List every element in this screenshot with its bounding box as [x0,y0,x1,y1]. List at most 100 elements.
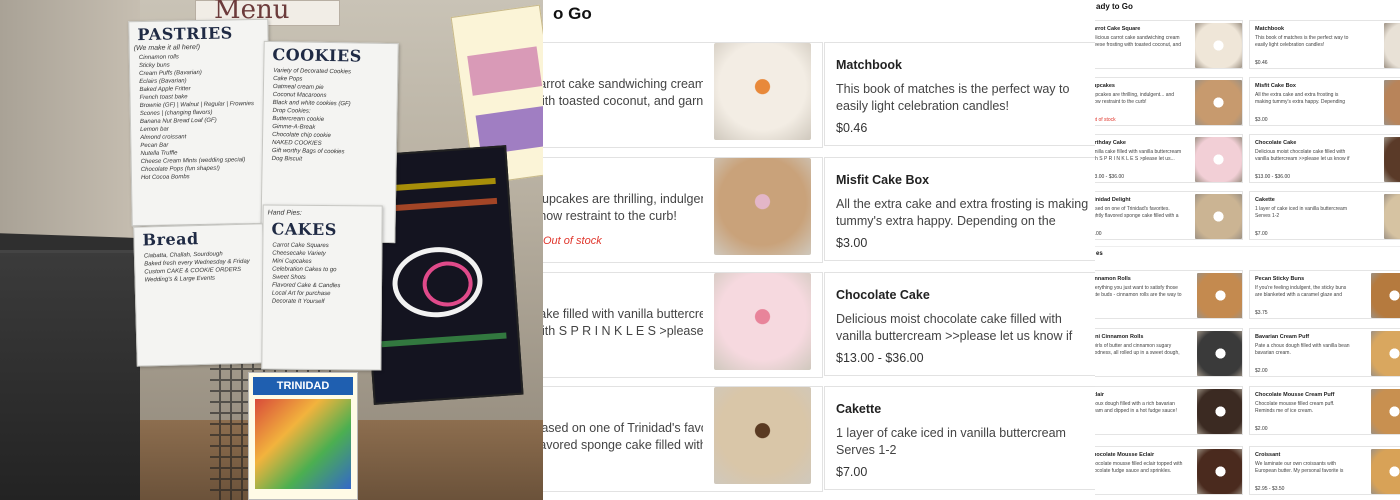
product-title[interactable]: Cakette [1255,197,1275,203]
product-title[interactable]: Misfit Cake Box [1255,83,1296,89]
product-card[interactable]: Trinidad Delight Based on one of Trinidad… [1095,191,1243,240]
product-title[interactable]: Cinnamon Rolls [1095,276,1131,282]
product-image[interactable] [1197,389,1242,434]
product-price: $13.00 - $36.00 [836,351,924,365]
product-description: Delicious moist chocolate cake filled wi… [1255,149,1350,162]
product-card[interactable]: Cakette 1 layer of cake iced in vanilla b… [1249,191,1400,240]
pastries-section-heading-clipped: es [1096,251,1103,257]
product-title[interactable]: Matchbook [836,58,902,72]
description-line: with S P R I N K L E S >please let us... [543,324,703,338]
product-image[interactable] [1371,389,1400,434]
product-image[interactable] [1371,331,1400,376]
product-card[interactable]: Pecan Sticky Buns If you're feeling indul… [1249,270,1400,319]
product-description: Vanilla cake filled with vanilla butterc… [1095,149,1182,162]
product-title[interactable]: Chocolate Cake [1255,140,1296,146]
product-price: $13.00 - $36.00 [1095,174,1125,180]
product-card[interactable]: Croissant We laminate our own croissants … [1249,446,1400,495]
product-card[interactable]: Chocolate Cake Delicious moist chocolate … [1249,134,1400,183]
product-card[interactable]: Based on one of Trinidad's favorites. Li… [543,386,823,492]
black-bin [0,250,140,500]
description-line: with toasted coconut, and garnishe... [543,94,703,108]
product-title[interactable]: Cakette [836,402,881,416]
flyer-highlight [381,332,507,348]
product-image[interactable] [1195,80,1242,125]
product-card[interactable]: Carrot Cake Square Delicious carrot cake … [1095,20,1243,69]
section-heading-clipped: o Go [553,4,592,23]
product-card[interactable]: Misfit Cake Box All the extra cake and ex… [824,157,1095,261]
cakes-heading: CAKES [271,219,337,240]
pastries-list-paper: PASTRIES (We make it all here!) Cinnamon… [128,18,272,227]
product-card[interactable]: Cupcakes Cupcakes are thrilling, indulgen… [1095,77,1243,126]
product-title[interactable]: Carrot Cake Square [1095,26,1140,32]
product-card[interactable]: Cupcakes are thrilling, indulgent... and… [543,157,823,263]
cookies-item: Dog Biscuit [271,155,303,163]
product-card[interactable]: carrot cake sandwiching cream cheese with… [543,42,823,148]
product-price: $3.75 [1255,310,1268,316]
product-card[interactable]: Birthday Cake Vanilla cake filled with va… [1095,134,1243,183]
product-description: cake filled with vanilla buttercream with… [543,306,703,340]
product-price: $2.95 - $3.50 [1255,486,1285,492]
product-image[interactable] [1371,273,1400,318]
trinidad-flyer: TRINIDAD [248,372,358,500]
product-title[interactable]: Chocolate Mousse Cream Puff [1255,392,1334,398]
trinidad-flyer-art [255,399,351,489]
product-description: Cupcakes are thrilling, indulgent... and… [1095,92,1175,105]
product-card[interactable]: Chocolate Cake Delicious moist chocolate … [824,272,1095,376]
product-image[interactable] [1195,137,1242,182]
product-card[interactable]: Matchbook This book of matches is the per… [1249,20,1400,69]
product-card[interactable]: Chocolate Mousse Eclair Chocolate mousse … [1095,446,1243,495]
product-image[interactable] [1197,331,1242,376]
pastries-item: Hot Cocoa Bombs [140,174,190,182]
stock-status: Out of stock [543,235,602,247]
product-description: Based on one of Trinidad's favorites. Li… [1095,206,1179,219]
product-card[interactable]: Misfit Cake Box All the extra cake and ex… [1249,77,1400,126]
product-title[interactable]: Misfit Cake Box [836,173,929,187]
product-image[interactable] [714,158,811,255]
product-image[interactable] [1371,449,1400,494]
product-description: Chocolate mousse filled cream puff. Remi… [1255,401,1335,414]
product-title[interactable]: Matchbook [1255,26,1284,32]
product-image[interactable] [1197,449,1242,494]
menu-overview: ady to Go Carrot Cake Square Delicious ca… [1095,0,1400,500]
product-description: Swirls of butter and cinnamon sugary goo… [1095,343,1180,356]
product-title[interactable]: Mini Cinnamon Rolls [1095,334,1143,340]
product-image[interactable] [1195,194,1242,239]
product-price: $7.00 [1095,231,1102,237]
product-image[interactable] [1384,137,1400,182]
product-title[interactable]: Trinidad Delight [1095,197,1131,203]
product-title[interactable]: Bavarian Cream Puff [1255,334,1309,340]
product-title[interactable]: Chocolate Cake [836,288,930,302]
product-description: Cupcakes are thrilling, indulgent... and… [543,191,703,225]
product-card[interactable]: cake filled with vanilla buttercream with… [543,272,823,378]
product-image[interactable] [1195,23,1242,68]
product-title[interactable]: Birthday Cake [1095,140,1126,146]
product-description: Delicious carrot cake sandwiching cream … [1095,35,1182,48]
product-image[interactable] [714,387,811,484]
product-card[interactable]: Chocolate Mousse Cream Puff Chocolate mou… [1249,386,1400,435]
product-image[interactable] [1384,23,1400,68]
product-image[interactable] [1197,273,1242,318]
product-price: $3.00 [836,236,868,250]
product-description: 1 layer of cake iced in vanilla buttercr… [1255,206,1347,219]
product-card[interactable]: Matchbook This book of matches is the per… [824,42,1095,146]
bread-item: Wedding's & Large Events [144,275,216,284]
product-card[interactable]: Mini Cinnamon Rolls Swirls of butter and … [1095,328,1243,377]
product-image[interactable] [714,273,811,370]
product-title[interactable]: Eclair [1095,392,1104,398]
product-title[interactable]: Croissant [1255,452,1280,458]
bread-list: Ciabatta, Challah, Sourdough Baked fresh … [135,247,264,286]
product-description: Delicious moist chocolate cake filled wi… [836,312,1073,343]
cookies-list: Variety of Decorated Cookies Cake Pops Oat… [263,65,398,167]
product-card[interactable]: Bavarian Cream Puff Pate a choux dough fi… [1249,328,1400,377]
product-card[interactable]: Cakette 1 layer of cake iced in vanilla b… [824,386,1095,490]
product-card[interactable]: Cinnamon Rolls Everything you just want t… [1095,270,1243,319]
product-image[interactable] [714,43,811,140]
product-title[interactable]: Chocolate Mousse Eclair [1095,452,1154,458]
product-card[interactable]: Eclair Choux dough filled with a rich bav… [1095,386,1243,435]
product-title[interactable]: Cupcakes [1095,83,1115,89]
product-image[interactable] [1384,194,1400,239]
product-price: $7.00 [1255,231,1268,237]
product-image[interactable] [1384,80,1400,125]
pastries-list: Cinnamon rolls Sticky buns Cream Puffs (Ba… [130,50,270,184]
product-title[interactable]: Pecan Sticky Buns [1255,276,1304,282]
